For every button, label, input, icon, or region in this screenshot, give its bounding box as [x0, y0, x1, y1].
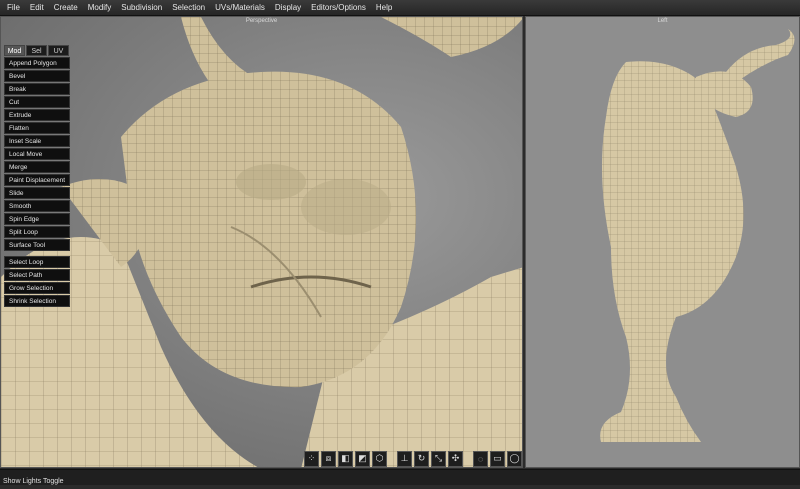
tool-tabs: Mod Sel UV — [4, 45, 70, 56]
tool-split-loop[interactable]: Split Loop — [4, 226, 70, 238]
menu-bar: File Edit Create Modify Subdivision Sele… — [0, 0, 800, 16]
tool-panel: Mod Sel UV Append Polygon Bevel Break Cu… — [4, 45, 70, 308]
object-mode-icon[interactable]: ◩ — [355, 450, 370, 467]
menu-editors-options[interactable]: Editors/Options — [306, 0, 371, 15]
paint-select-icon[interactable]: ◯ — [507, 450, 522, 467]
tool-shrink-selection[interactable]: Shrink Selection — [4, 295, 70, 307]
tool-smooth[interactable]: Smooth — [4, 200, 70, 212]
tool-select-loop[interactable]: Select Loop — [4, 256, 70, 268]
tool-paint-displacement[interactable]: Paint Displacement — [4, 174, 70, 186]
menu-file[interactable]: File — [0, 0, 25, 15]
scale-axis-icon[interactable]: ⤡ — [431, 450, 446, 467]
left-viewport[interactable]: Left — [525, 16, 800, 468]
tool-slide[interactable]: Slide — [4, 187, 70, 199]
sphere-mode-icon[interactable]: ⬡ — [372, 450, 387, 467]
tool-break[interactable]: Break — [4, 83, 70, 95]
menu-modify[interactable]: Modify — [83, 0, 117, 15]
menu-create[interactable]: Create — [49, 0, 83, 15]
edge-mode-icon[interactable]: ⧈ — [321, 450, 336, 467]
tool-spin-edge[interactable]: Spin Edge — [4, 213, 70, 225]
tool-local-move[interactable]: Local Move — [4, 148, 70, 160]
tool-select-path[interactable]: Select Path — [4, 269, 70, 281]
creature-model-closeup — [1, 17, 522, 467]
universal-axis-icon[interactable]: ✣ — [448, 450, 463, 467]
menu-subdivision[interactable]: Subdivision — [116, 0, 167, 15]
tool-bevel[interactable]: Bevel — [4, 70, 70, 82]
tab-mod[interactable]: Mod — [4, 45, 25, 56]
box-select-icon[interactable]: ▭ — [490, 450, 505, 467]
move-axis-icon[interactable]: ⊥ — [397, 450, 412, 467]
perspective-viewport[interactable]: Perspective Mod Sel UV Append Polygon Be… — [0, 16, 523, 468]
face-mode-icon[interactable]: ◧ — [338, 450, 353, 467]
tool-merge[interactable]: Merge — [4, 161, 70, 173]
bottom-toolbar: ⁘ ⧈ ◧ ◩ ⬡ ⊥ ↻ ⤡ ✣ ◌ ▭ ◯ — [304, 449, 522, 468]
rotate-axis-icon[interactable]: ↻ — [414, 450, 429, 467]
tab-uv[interactable]: UV — [48, 45, 69, 56]
tool-extrude[interactable]: Extrude — [4, 109, 70, 121]
tool-flatten[interactable]: Flatten — [4, 122, 70, 134]
status-bar: Show Lights Toggle — [0, 469, 800, 485]
tool-inset-scale[interactable]: Inset Scale — [4, 135, 70, 147]
creature-model-side — [600, 29, 795, 443]
lasso-select-icon[interactable]: ◌ — [473, 450, 488, 467]
menu-help[interactable]: Help — [371, 0, 397, 15]
tool-append-polygon[interactable]: Append Polygon — [4, 57, 70, 69]
tool-grow-selection[interactable]: Grow Selection — [4, 282, 70, 294]
tool-cut[interactable]: Cut — [4, 96, 70, 108]
vertex-mode-icon[interactable]: ⁘ — [304, 450, 319, 467]
menu-uvs-materials[interactable]: UVs/Materials — [210, 0, 270, 15]
tool-surface-tool[interactable]: Surface Tool — [4, 239, 70, 251]
menu-selection[interactable]: Selection — [167, 0, 210, 15]
menu-edit[interactable]: Edit — [25, 0, 49, 15]
menu-display[interactable]: Display — [270, 0, 306, 15]
tab-sel[interactable]: Sel — [26, 45, 47, 56]
